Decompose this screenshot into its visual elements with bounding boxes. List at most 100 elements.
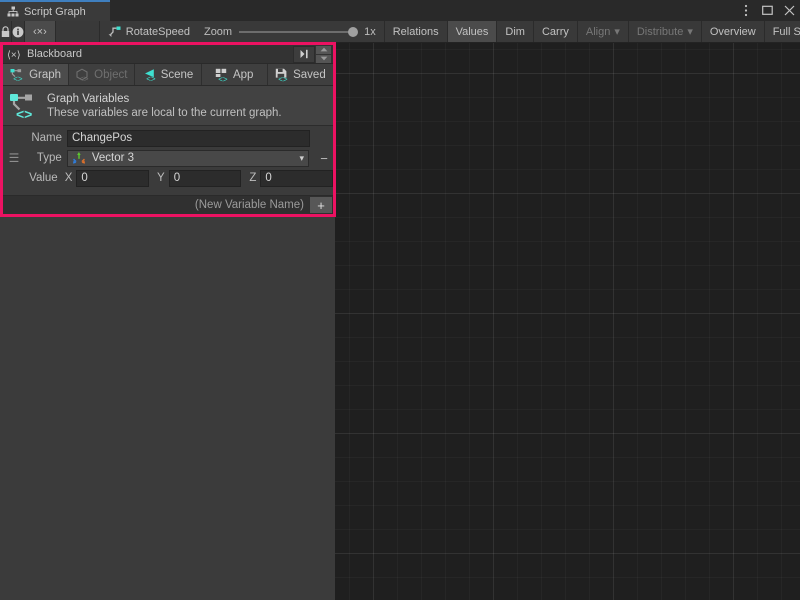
zoom-slider[interactable] (239, 31, 357, 33)
info-button[interactable] (12, 21, 25, 42)
close-icon[interactable] (783, 4, 796, 17)
full-screen-label: Full Screen (773, 26, 800, 38)
graph-name-display[interactable]: RotateSpeed (100, 21, 200, 42)
tab-scene[interactable]: <> Scene (135, 64, 201, 85)
blackboard-header: ⟨×⟩ Blackboard (3, 45, 333, 64)
more-menu-icon[interactable] (739, 4, 752, 17)
variable-type-row: ☰ Type Vector 3 ▾ (3, 148, 333, 168)
value-y-input[interactable]: 0 (169, 170, 242, 187)
zoom-slider-knob[interactable] (348, 27, 358, 37)
value-label: Value (20, 172, 63, 184)
variable-type-dropdown[interactable]: Vector 3 ▾ (67, 150, 309, 167)
type-label: Type (21, 152, 67, 164)
graph-name-label: RotateSpeed (126, 26, 190, 38)
chevron-down-icon[interactable] (316, 55, 331, 63)
svg-text:<>: <> (146, 74, 156, 81)
full-screen-button[interactable]: Full Screen (765, 21, 800, 42)
tab-label: Script Graph (24, 6, 86, 18)
script-graph-icon (7, 6, 19, 18)
relations-button[interactable]: Relations (385, 21, 448, 42)
variables-toggle-button[interactable]: ‹×› (25, 21, 56, 42)
axis-x-label: X (63, 172, 77, 184)
values-label: Values (456, 26, 489, 38)
new-variable-input[interactable]: (New Variable Name) (3, 199, 309, 211)
variables-icon: ⟨×⟩ (7, 49, 23, 60)
tab-scene-label: Scene (161, 69, 194, 81)
carry-button[interactable]: Carry (534, 21, 578, 42)
chevron-down-icon: ▾ (687, 25, 693, 38)
saved-scope-icon: <> (275, 68, 289, 82)
add-variable-button[interactable]: + (309, 196, 333, 214)
script-graph-window: Script Graph (0, 0, 800, 600)
variable-name-input[interactable]: ChangePos (67, 130, 310, 147)
name-label: Name (21, 132, 67, 144)
tab-app[interactable]: <> App (202, 64, 268, 85)
node-graph-icon (108, 26, 121, 38)
svg-text:<>: <> (218, 74, 228, 81)
lock-button[interactable] (0, 21, 12, 42)
window-titlebar: Script Graph (0, 0, 800, 21)
graph-variables-text: Graph Variables These variables are loca… (47, 93, 282, 119)
dim-button[interactable]: Dim (497, 21, 534, 42)
variables-icon: ‹×› (33, 26, 47, 38)
dim-label: Dim (505, 26, 525, 38)
tab-script-graph[interactable]: Script Graph (0, 0, 110, 21)
tab-object-label: Object (94, 69, 127, 81)
maximize-icon[interactable] (761, 4, 774, 17)
graph-toolbar: ‹×› RotateSpeed Zoom 1x Relations Values… (0, 21, 800, 43)
align-label: Align (586, 26, 610, 38)
relations-label: Relations (393, 26, 439, 38)
graph-variables-title: Graph Variables (47, 93, 282, 105)
scene-scope-icon: <> (143, 68, 157, 82)
zoom-value: 1x (364, 26, 376, 38)
align-button[interactable]: Align ▾ (578, 21, 629, 42)
blackboard-scope-tabs: <> Graph <> Object <> (3, 64, 333, 86)
graph-variables-icon: <> (9, 91, 39, 121)
info-icon (12, 26, 24, 38)
graph-variables-subtitle: These variables are local to the current… (47, 107, 282, 119)
lock-icon (0, 26, 11, 38)
remove-variable-button[interactable]: − (315, 151, 333, 166)
blackboard-height-spinner[interactable] (316, 46, 331, 63)
drag-handle-icon[interactable]: ☰ (7, 152, 21, 164)
new-variable-row: (New Variable Name) + (3, 195, 333, 214)
chevron-down-icon: ▾ (300, 153, 305, 164)
distribute-label: Distribute (637, 26, 683, 38)
chevron-down-icon: ▾ (614, 25, 620, 38)
tab-graph-label: Graph (29, 69, 61, 81)
tab-saved-label: Saved (293, 69, 326, 81)
toolbar-spacer (56, 21, 100, 42)
variable-name-row: Name ChangePos (3, 128, 333, 148)
zoom-label: Zoom (204, 26, 232, 38)
svg-text:⟨×⟩: ⟨×⟩ (7, 50, 21, 60)
app-scope-icon: <> (215, 68, 229, 82)
variable-value-row: Value X 0 Y 0 Z 0 (3, 168, 333, 188)
graph-scope-icon: <> (10, 68, 25, 82)
value-z-input[interactable]: 0 (260, 170, 333, 187)
tab-app-label: App (233, 69, 253, 81)
collapse-right-icon[interactable] (293, 46, 315, 63)
distribute-button[interactable]: Distribute ▾ (629, 21, 702, 42)
blackboard-title-label: Blackboard (27, 48, 82, 60)
axis-z-label: Z (241, 172, 260, 184)
variable-type-value: Vector 3 (92, 152, 134, 164)
value-x-input[interactable]: 0 (76, 170, 149, 187)
variable-list: Name ChangePos ☰ Type (3, 126, 333, 188)
overview-button[interactable]: Overview (702, 21, 765, 42)
zoom-control[interactable]: Zoom 1x (200, 21, 385, 42)
svg-text:<>: <> (79, 74, 89, 81)
svg-text:<>: <> (13, 74, 23, 82)
window-controls (739, 0, 796, 21)
chevron-up-icon[interactable] (316, 46, 331, 54)
tab-graph[interactable]: <> Graph (3, 64, 69, 85)
blackboard-title: ⟨×⟩ Blackboard (3, 48, 293, 60)
svg-text:<>: <> (278, 74, 288, 81)
overview-label: Overview (710, 26, 756, 38)
values-button[interactable]: Values (448, 21, 498, 42)
tab-saved[interactable]: <> Saved (268, 64, 333, 85)
graph-canvas[interactable] (335, 43, 800, 600)
tab-object[interactable]: <> Object (69, 64, 135, 85)
vector3-icon (72, 151, 86, 165)
blackboard-panel: ⟨×⟩ Blackboard (0, 42, 336, 217)
axis-y-label: Y (149, 172, 169, 184)
